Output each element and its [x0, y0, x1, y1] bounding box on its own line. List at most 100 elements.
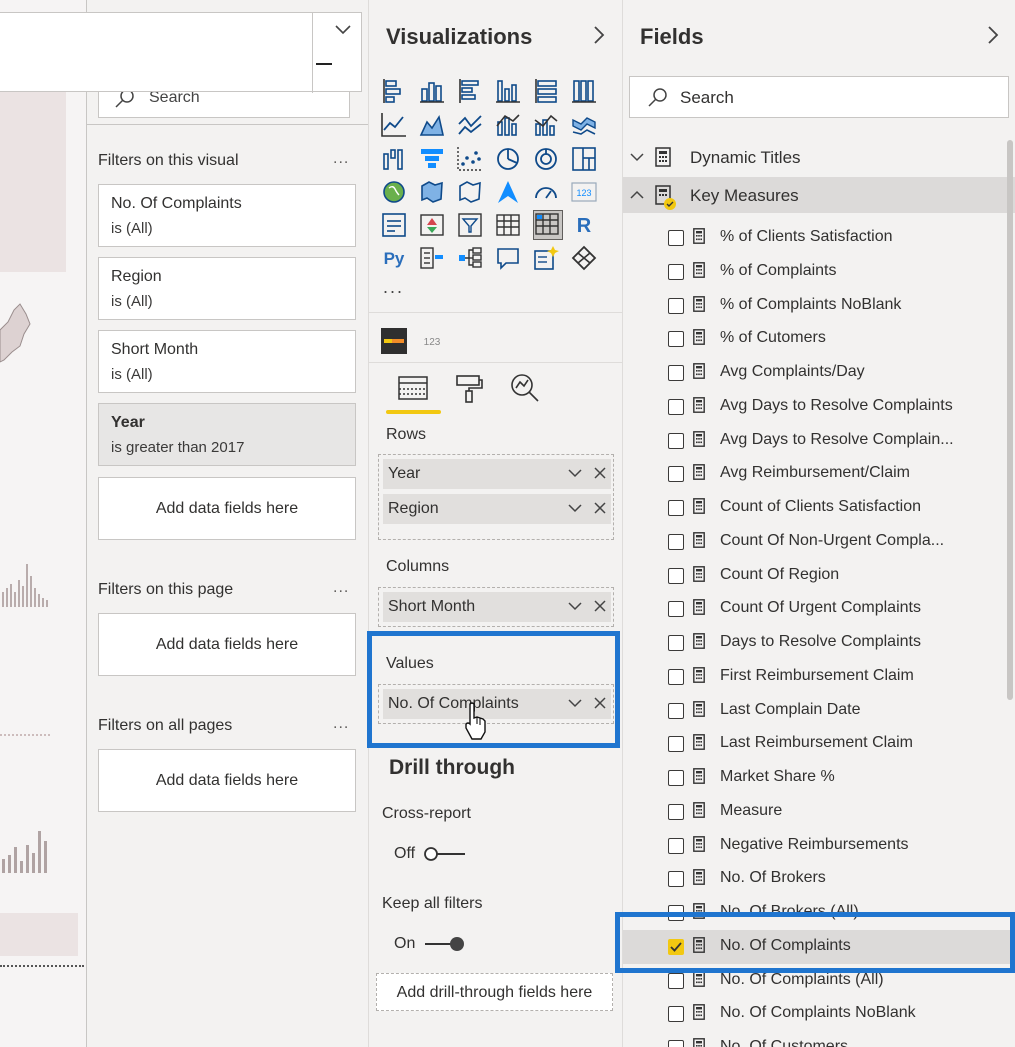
measure-checkbox[interactable]	[668, 398, 684, 415]
measure-checkbox[interactable]	[668, 432, 684, 449]
key-influencers-icon[interactable]	[419, 245, 445, 271]
chevron-down-icon[interactable]	[629, 151, 645, 163]
filter-card-short-month[interactable]: Short Month is (All)	[98, 330, 356, 393]
clustered-column-chart-icon[interactable]	[495, 78, 521, 104]
dropdown-popup[interactable]	[0, 12, 362, 93]
measure-row[interactable]: No. Of Complaints NoBlank	[623, 997, 1015, 1031]
rows-field-region[interactable]: Region	[383, 494, 611, 524]
stacked-column-chart-icon[interactable]	[419, 78, 445, 104]
measure-checkbox[interactable]	[668, 500, 684, 516]
python-visual-icon[interactable]: Py	[381, 245, 407, 271]
measure-checkbox[interactable]	[668, 567, 684, 584]
filter-card-region[interactable]: Region is (All)	[98, 257, 356, 320]
decomposition-tree-icon[interactable]	[457, 245, 483, 271]
area-chart-icon[interactable]	[419, 112, 445, 138]
measure-row[interactable]: Count of Clients Satisfaction	[623, 491, 1015, 525]
pie-chart-icon[interactable]	[495, 146, 521, 172]
stacked-area-chart-icon[interactable]	[457, 112, 483, 138]
line-chart-icon[interactable]	[381, 112, 407, 138]
chevron-down-icon[interactable]	[567, 600, 583, 612]
measure-row[interactable]: Last Reimbursement Claim	[623, 727, 1015, 761]
more-options-icon[interactable]: ...	[333, 715, 349, 733]
scatter-chart-icon[interactable]	[457, 146, 483, 172]
clustered-bar-chart-icon[interactable]	[457, 78, 483, 104]
qa-visual-icon[interactable]	[495, 245, 521, 271]
measure-row[interactable]: Avg Reimbursement/Claim	[623, 457, 1015, 491]
table-dynamic-titles[interactable]: Dynamic Titles	[623, 139, 1015, 175]
measure-row[interactable]: Last Complain Date	[623, 694, 1015, 728]
chevron-down-icon[interactable]	[333, 21, 353, 37]
measure-row[interactable]: % of Clients Satisfaction	[623, 221, 1015, 255]
measure-row[interactable]: Negative Reimbursements	[623, 829, 1015, 863]
collapse-chevron-icon[interactable]	[591, 24, 607, 46]
filter-card-year[interactable]: Year is greater than 2017	[98, 403, 356, 466]
analytics-magnifier-icon[interactable]	[509, 372, 541, 404]
measure-checkbox[interactable]	[668, 331, 684, 348]
measure-checkbox[interactable]	[668, 668, 684, 685]
measure-checkbox[interactable]	[668, 972, 684, 989]
remove-field-close-icon[interactable]	[593, 501, 607, 515]
100-stacked-column-chart-icon[interactable]	[571, 78, 597, 104]
100-stacked-bar-chart-icon[interactable]	[533, 78, 559, 104]
measure-checkbox[interactable]	[668, 230, 684, 246]
add-all-pages-filter-dropzone[interactable]: Add data fields here	[98, 749, 356, 812]
rows-well[interactable]: Year Region	[378, 454, 614, 540]
add-page-filter-dropzone[interactable]: Add data fields here	[98, 613, 356, 676]
measure-checkbox[interactable]	[668, 263, 684, 280]
chevron-up-icon[interactable]	[629, 189, 645, 201]
add-visual-filter-dropzone[interactable]: Add data fields here	[98, 477, 356, 540]
measure-checkbox[interactable]	[668, 1040, 684, 1047]
card-icon[interactable]: 123	[571, 179, 597, 205]
stacked-bar-chart-icon[interactable]	[381, 78, 407, 104]
measure-checkbox[interactable]	[668, 871, 684, 888]
power-apps-icon[interactable]	[571, 245, 597, 271]
azure-map-icon[interactable]	[495, 179, 521, 205]
measure-row[interactable]: Count Of Urgent Complaints	[623, 592, 1015, 626]
measure-checkbox[interactable]	[668, 297, 684, 314]
measure-row[interactable]: Count Of Region	[623, 559, 1015, 593]
treemap-icon[interactable]	[571, 146, 597, 172]
filled-map-icon[interactable]	[419, 179, 445, 205]
multi-row-card-icon[interactable]	[381, 212, 407, 238]
r-visual-icon[interactable]: R	[571, 212, 597, 238]
measure-row[interactable]: Avg Complaints/Day	[623, 356, 1015, 390]
measure-checkbox[interactable]	[668, 466, 684, 483]
remove-field-close-icon[interactable]	[593, 466, 607, 480]
measure-row[interactable]: Avg Days to Resolve Complain...	[623, 424, 1015, 458]
measure-checkbox[interactable]	[668, 736, 684, 753]
measure-checkbox[interactable]	[668, 837, 684, 854]
table-icon[interactable]	[495, 212, 521, 238]
donut-chart-icon[interactable]	[533, 146, 559, 172]
remove-field-close-icon[interactable]	[593, 599, 607, 613]
measure-row[interactable]: % of Cutomers	[623, 322, 1015, 356]
line-and-stacked-column-chart-icon[interactable]	[495, 112, 521, 138]
custom-card-icon[interactable]: 123	[419, 328, 445, 354]
measure-row[interactable]: No. Of Customers	[623, 1031, 1015, 1047]
map-icon[interactable]	[381, 179, 407, 205]
table-key-measures[interactable]: Key Measures	[623, 177, 1015, 213]
measure-row[interactable]: Avg Days to Resolve Complaints	[623, 390, 1015, 424]
shape-map-icon[interactable]	[457, 179, 483, 205]
chevron-down-icon[interactable]	[567, 467, 583, 479]
measure-checkbox[interactable]	[668, 533, 684, 550]
more-options-icon[interactable]: ...	[333, 150, 349, 168]
measure-checkbox[interactable]	[668, 803, 684, 820]
measure-checkbox[interactable]	[668, 770, 684, 786]
measure-row[interactable]: Count Of Non-Urgent Compla...	[623, 525, 1015, 559]
cross-report-toggle[interactable]	[423, 846, 467, 862]
smart-narrative-icon[interactable]	[533, 245, 559, 271]
fields-tab-icon[interactable]	[397, 372, 429, 404]
measure-row[interactable]: Days to Resolve Complaints	[623, 626, 1015, 660]
measure-checkbox[interactable]	[668, 365, 684, 381]
minimize-icon[interactable]	[316, 63, 332, 65]
measure-row[interactable]: % of Complaints	[623, 255, 1015, 289]
format-paint-roller-icon[interactable]	[453, 372, 485, 404]
kpi-icon[interactable]	[419, 212, 445, 238]
funnel-chart-icon[interactable]	[419, 146, 445, 172]
measure-row[interactable]: No. Of Brokers	[623, 862, 1015, 896]
measure-row[interactable]: First Reimbursement Claim	[623, 660, 1015, 694]
collapse-chevron-icon[interactable]	[985, 24, 1001, 46]
keep-all-filters-toggle[interactable]	[423, 936, 467, 952]
add-drill-through-dropzone[interactable]: Add drill-through fields here	[376, 973, 613, 1011]
measure-row[interactable]: Market Share %	[623, 761, 1015, 795]
